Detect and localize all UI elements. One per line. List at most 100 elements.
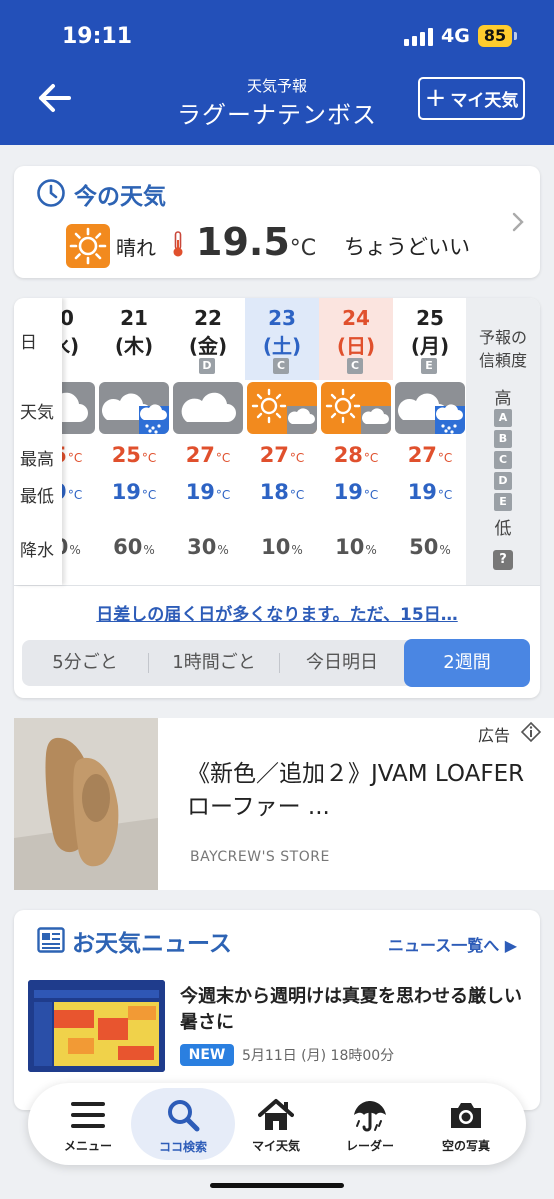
forecast-days[interactable]: 20 (水) 25°C 19°C 70% 21 (木) <box>62 298 466 585</box>
day-header: 25 (月) E <box>393 298 466 380</box>
cloudy-rain-icon <box>99 382 169 434</box>
reliability-title-line2: 信頼度 <box>478 351 527 370</box>
rain-chance: 10% <box>319 535 393 559</box>
rain-unit: % <box>143 543 155 557</box>
chevron-right-icon <box>512 212 524 232</box>
low-temp-value: 19 <box>111 480 141 504</box>
high-temp-value: 28 <box>333 443 363 467</box>
row-labels: 日 天気 最高 最低 降水 <box>14 298 62 585</box>
row-label-rain: 降水 <box>20 541 54 561</box>
day-of-week: (水) <box>62 334 80 358</box>
day-date: 21 <box>120 306 148 330</box>
bottom-navigation: メニュー ココ検索 マイ天気 レーダー 空の写真 <box>28 1083 526 1165</box>
help-icon[interactable]: ? <box>493 550 513 570</box>
news-list-label: ニュース一覧へ <box>388 936 500 955</box>
day-column[interactable]: 20 (水) 25°C 19°C 70% <box>62 298 97 585</box>
news-thumbnail <box>28 980 165 1072</box>
temp-unit: °C <box>363 451 379 465</box>
tab-2weeks[interactable]: 2週間 <box>404 639 530 687</box>
news-item[interactable]: 今週末から週明けは真夏を思わせる厳しい暑さに NEW 5月11日 (月) 18時… <box>14 970 540 1080</box>
newspaper-icon <box>37 927 65 953</box>
nav-menu[interactable]: メニュー <box>45 1083 131 1165</box>
rain-value: 70 <box>62 535 68 559</box>
day-column-sunday[interactable]: 24 (日) C 28°C 19°C 10% <box>319 298 393 585</box>
reliability-grade: D <box>494 472 512 490</box>
temp-unit: °C <box>437 451 453 465</box>
low-temp: 19°C <box>171 480 245 504</box>
reliability-badge: E <box>421 358 437 374</box>
news-headline: 今週末から週明けは真夏を思わせる厳しい暑さに <box>180 986 522 1033</box>
home-icon <box>258 1099 294 1130</box>
rain-chance: 70% <box>62 535 97 559</box>
add-my-weather-button[interactable]: + マイ天気 <box>418 77 525 120</box>
day-header: 24 (日) C <box>319 298 393 380</box>
hamburger-icon <box>71 1102 105 1128</box>
low-temp: 19°C <box>393 480 466 504</box>
current-weather-title: 今の天気 <box>74 184 166 210</box>
reliability-title-line1: 予報の <box>478 328 527 347</box>
temp-unit: °C <box>363 488 379 502</box>
day-of-week: (木) <box>114 334 154 358</box>
temperature-unit: °C <box>289 236 317 261</box>
nav-my-weather[interactable]: マイ天気 <box>233 1083 319 1165</box>
nav-menu-label: メニュー <box>63 1139 112 1153</box>
high-temp-value: 27 <box>259 443 289 467</box>
high-temp: 27°C <box>171 443 245 467</box>
tab-5min[interactable]: 5分ごと <box>22 640 148 686</box>
tab-hourly[interactable]: 1時間ごと <box>149 640 279 686</box>
reliability-badge: C <box>273 358 289 374</box>
low-temp: 19°C <box>97 480 171 504</box>
day-column-saturday[interactable]: 23 (土) C 27°C 18°C 10% <box>245 298 319 585</box>
rain-unit: % <box>291 543 303 557</box>
add-my-weather-label: マイ天気 <box>450 91 519 111</box>
day-of-week: (土) <box>262 334 302 358</box>
ad-banner[interactable]: 広告 《新色／追加２》JVAM LOAFER ローファー ... BAYCREW… <box>14 718 554 890</box>
camera-icon <box>451 1103 481 1128</box>
high-temp: 25°C <box>62 443 97 467</box>
day-date: 25 <box>416 306 444 330</box>
rain-value: 10 <box>261 535 291 559</box>
temp-unit: °C <box>215 451 231 465</box>
temp-unit: °C <box>141 488 157 502</box>
reliability-grade: A <box>494 409 512 427</box>
low-temp-value: 19 <box>62 480 67 504</box>
clock-icon <box>37 179 65 207</box>
nav-radar-label: レーダー <box>345 1139 394 1153</box>
nav-sky-photos-label: 空の写真 <box>441 1139 490 1153</box>
high-temp: 25°C <box>97 443 171 467</box>
nav-search[interactable]: ココ検索 <box>131 1088 235 1160</box>
rain-unit: % <box>217 543 229 557</box>
day-column[interactable]: 22 (金) D 27°C 19°C 30% <box>171 298 245 585</box>
day-of-week: (日) <box>336 334 376 358</box>
forecast-range-tabs: 5分ごと 1時間ごと 今日明日 2週間 <box>22 639 530 687</box>
high-temp-value: 27 <box>407 443 437 467</box>
nav-my-weather-label: マイ天気 <box>251 1139 300 1153</box>
day-header: 20 (水) <box>62 298 97 380</box>
app-header: 19:11 4G 85 天気予報 ラグーナテンボス + マイ天気 <box>0 0 554 145</box>
new-badge: NEW <box>180 1044 234 1066</box>
temp-unit: °C <box>289 488 305 502</box>
row-label-high: 最高 <box>20 450 54 470</box>
rain-value: 50 <box>409 535 439 559</box>
status-time: 19:11 <box>62 24 133 49</box>
tab-today-tomorrow[interactable]: 今日明日 <box>280 640 404 686</box>
rain-value: 60 <box>113 535 143 559</box>
day-column[interactable]: 25 (月) E 27°C 19°C 50% <box>393 298 466 585</box>
rain-unit: % <box>439 543 451 557</box>
umbrella-icon <box>354 1101 386 1132</box>
high-temp-value: 27 <box>185 443 215 467</box>
temp-unit: °C <box>141 451 157 465</box>
day-column[interactable]: 21 (木) 25°C 19°C 60% <box>97 298 171 585</box>
day-date: 23 <box>268 306 296 330</box>
cloudy-icon <box>62 382 95 434</box>
current-weather-card[interactable]: 今の天気 晴れ 19.5°C ちょうどいい <box>14 166 540 278</box>
forecast-summary-link[interactable]: 日差しの届く日が多くなります。ただ、15日… <box>14 600 540 625</box>
info-icon[interactable] <box>520 721 542 743</box>
temp-unit: °C <box>437 488 453 502</box>
row-label-day: 日 <box>20 333 37 353</box>
temp-unit: °C <box>215 488 231 502</box>
nav-sky-photos[interactable]: 空の写真 <box>423 1083 509 1165</box>
nav-radar[interactable]: レーダー <box>327 1083 413 1165</box>
chevron-right-icon: ▶ <box>504 936 518 955</box>
news-list-link[interactable]: ニュース一覧へ ▶ <box>388 932 517 956</box>
